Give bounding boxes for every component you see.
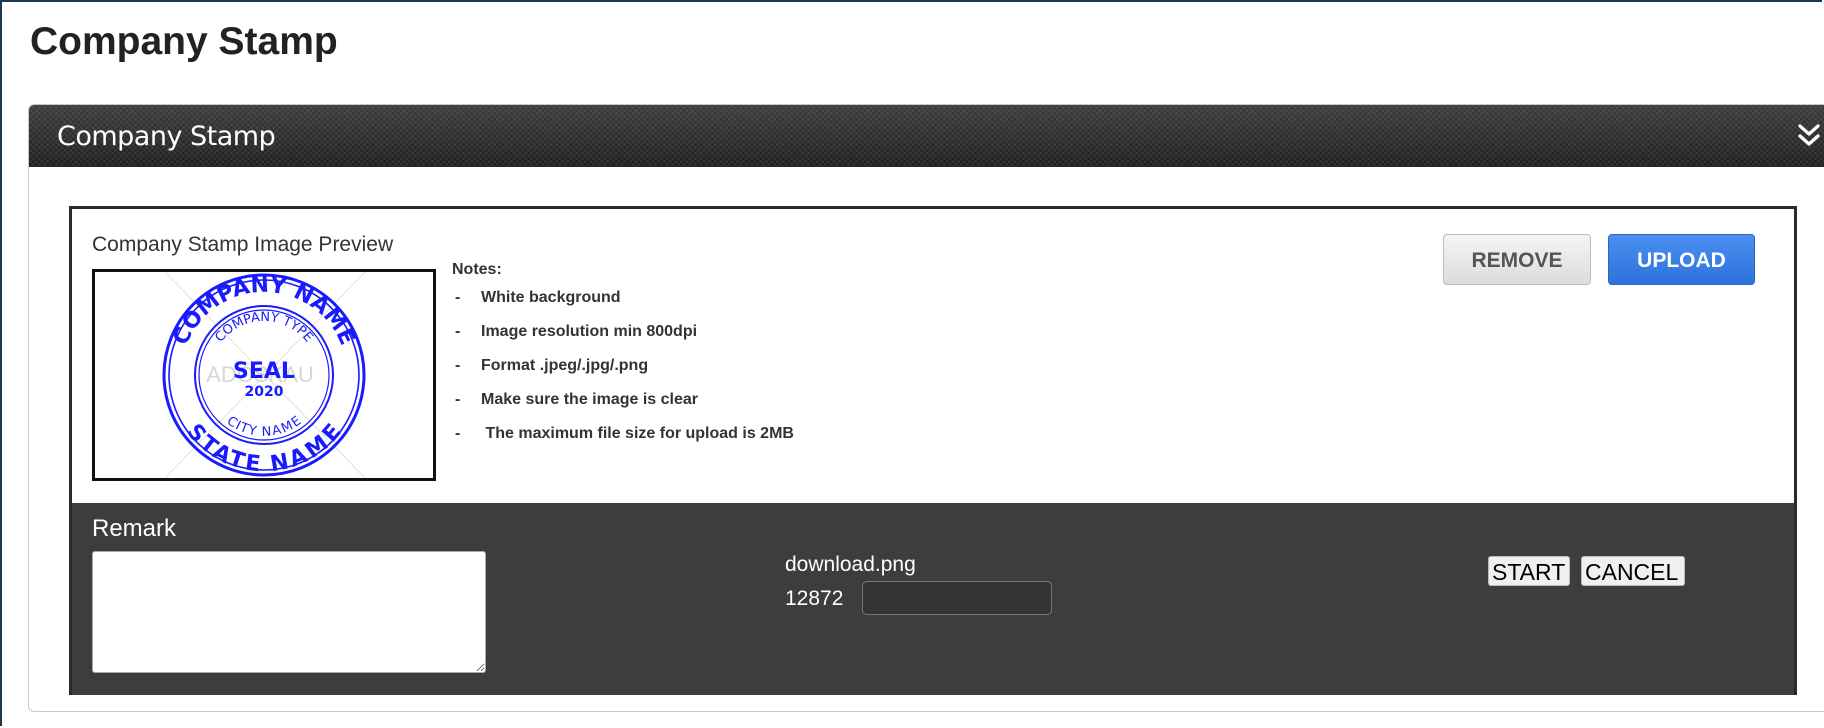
remark-label: Remark <box>92 515 177 542</box>
file-name: download.png <box>785 553 916 576</box>
upload-button[interactable]: UPLOAD <box>1608 234 1755 285</box>
note-item: - Format .jpeg/.jpg/.png <box>455 357 649 374</box>
note-item: - Image resolution min 800dpi <box>455 323 698 340</box>
note-item: - Make sure the image is clear <box>455 391 698 408</box>
stamp-image-preview: ADOSKAU COMPANY NAME STATE NAME COMPANY … <box>92 269 436 481</box>
note-item: - White background <box>455 289 621 306</box>
stamp-center-text: SEAL <box>233 359 295 384</box>
notes-list: - White background - Image resolution min … <box>452 289 794 459</box>
notes-title: Notes: <box>452 261 502 278</box>
upload-queue-area: Remark download.png 12872 START CANCEL <box>72 503 1794 695</box>
panel-header-title: Company Stamp <box>57 121 276 152</box>
stamp-year-text: 2020 <box>245 384 284 400</box>
remove-button[interactable]: REMOVE <box>1443 234 1591 285</box>
upload-notes: Notes: - White background - Image resoluti… <box>452 261 794 459</box>
remark-textarea[interactable] <box>92 551 486 673</box>
start-button[interactable]: START <box>1488 556 1570 586</box>
company-seal-image: ADOSKAU COMPANY NAME STATE NAME COMPANY … <box>162 272 366 478</box>
panel-header[interactable]: Company Stamp <box>29 105 1824 167</box>
company-stamp-panel: Company Stamp Company Stamp Image Previe… <box>28 104 1824 712</box>
page-title: Company Stamp <box>30 20 338 63</box>
double-chevron-down-icon[interactable] <box>1797 123 1821 149</box>
upload-progress-bar <box>862 581 1052 615</box>
stamp-upload-card: Company Stamp Image Preview ADOSKAU COMP… <box>69 206 1797 695</box>
note-item: - The maximum file size for upload is 2M… <box>455 425 794 442</box>
svg-text:CITY NAME: CITY NAME <box>224 414 304 440</box>
cancel-button[interactable]: CANCEL <box>1581 556 1685 586</box>
file-size: 12872 <box>785 587 844 610</box>
preview-label: Company Stamp Image Preview <box>92 233 394 256</box>
stamp-inner-bottom-text: CITY NAME <box>224 414 304 440</box>
